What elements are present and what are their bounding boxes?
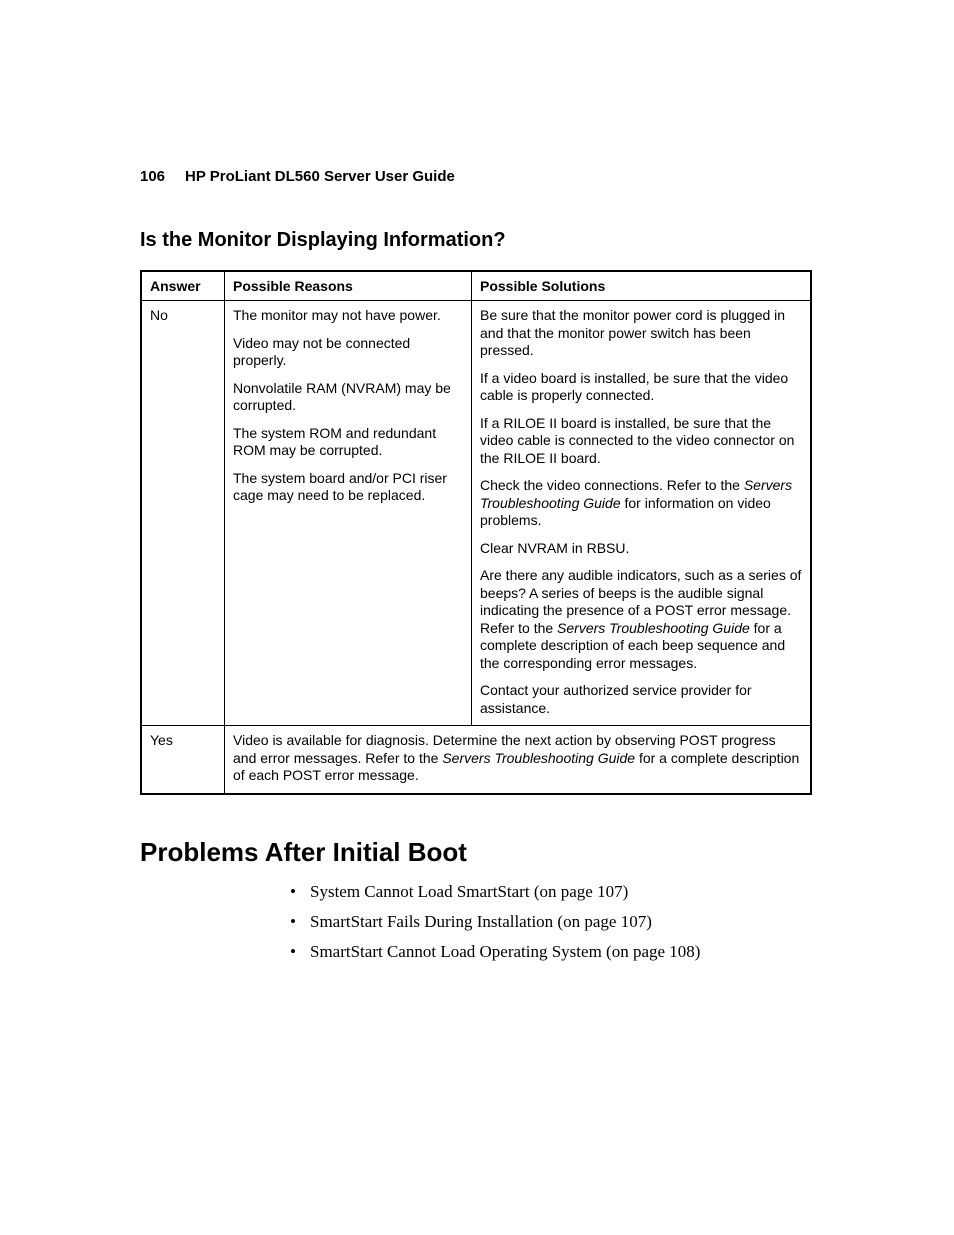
list-item: SmartStart Fails During Installation (on… xyxy=(310,912,814,932)
reason-text: The monitor may not have power. xyxy=(233,307,463,325)
document-page: 106 HP ProLiant DL560 Server User Guide I… xyxy=(0,0,954,1235)
page-header: 106 HP ProLiant DL560 Server User Guide xyxy=(140,168,814,185)
list-item: System Cannot Load SmartStart (on page 1… xyxy=(310,882,814,902)
guide-reference: Servers Troubleshooting Guide xyxy=(557,620,750,636)
page-number: 106 xyxy=(140,168,165,185)
troubleshooting-table: Answer Possible Reasons Possible Solutio… xyxy=(140,270,812,795)
reasons-cell: The monitor may not have power. Video ma… xyxy=(225,301,472,726)
section-heading-problems: Problems After Initial Boot xyxy=(140,837,814,868)
solution-text: Contact your authorized service provider… xyxy=(480,682,802,717)
page-ref: 108 xyxy=(669,942,695,961)
solution-text: Clear NVRAM in RBSU. xyxy=(480,540,802,558)
guide-reference: Servers Troubleshooting Guide xyxy=(442,750,635,766)
table-row: Yes Video is available for diagnosis. De… xyxy=(141,726,811,794)
table-header-row: Answer Possible Reasons Possible Solutio… xyxy=(141,271,811,301)
answer-cell-yes: Yes xyxy=(141,726,225,794)
col-header-answer: Answer xyxy=(141,271,225,301)
section-heading-monitor: Is the Monitor Displaying Information? xyxy=(140,229,814,252)
solutions-cell: Be sure that the monitor power cord is p… xyxy=(472,301,812,726)
yes-text: Video is available for diagnosis. Determ… xyxy=(233,732,802,785)
page-ref: 107 xyxy=(621,912,647,931)
answer-cell-no: No xyxy=(141,301,225,726)
toc-list: System Cannot Load SmartStart (on page 1… xyxy=(310,882,814,962)
reason-text: Nonvolatile RAM (NVRAM) may be corrupted… xyxy=(233,380,463,415)
solution-text: Check the video connections. Refer to th… xyxy=(480,477,802,530)
table-row: No The monitor may not have power. Video… xyxy=(141,301,811,726)
solution-text: If a RILOE II board is installed, be sur… xyxy=(480,415,802,468)
page-ref: 107 xyxy=(597,882,623,901)
col-header-reasons: Possible Reasons xyxy=(225,271,472,301)
solution-text: If a video board is installed, be sure t… xyxy=(480,370,802,405)
document-title: HP ProLiant DL560 Server User Guide xyxy=(185,168,455,185)
reason-text: The system ROM and redundant ROM may be … xyxy=(233,425,463,460)
col-header-solutions: Possible Solutions xyxy=(472,271,812,301)
reason-text: The system board and/or PCI riser cage m… xyxy=(233,470,463,505)
reason-text: Video may not be connected properly. xyxy=(233,335,463,370)
yes-description-cell: Video is available for diagnosis. Determ… xyxy=(225,726,812,794)
list-item: SmartStart Cannot Load Operating System … xyxy=(310,942,814,962)
solution-text: Be sure that the monitor power cord is p… xyxy=(480,307,802,360)
solution-text: Are there any audible indicators, such a… xyxy=(480,567,802,672)
